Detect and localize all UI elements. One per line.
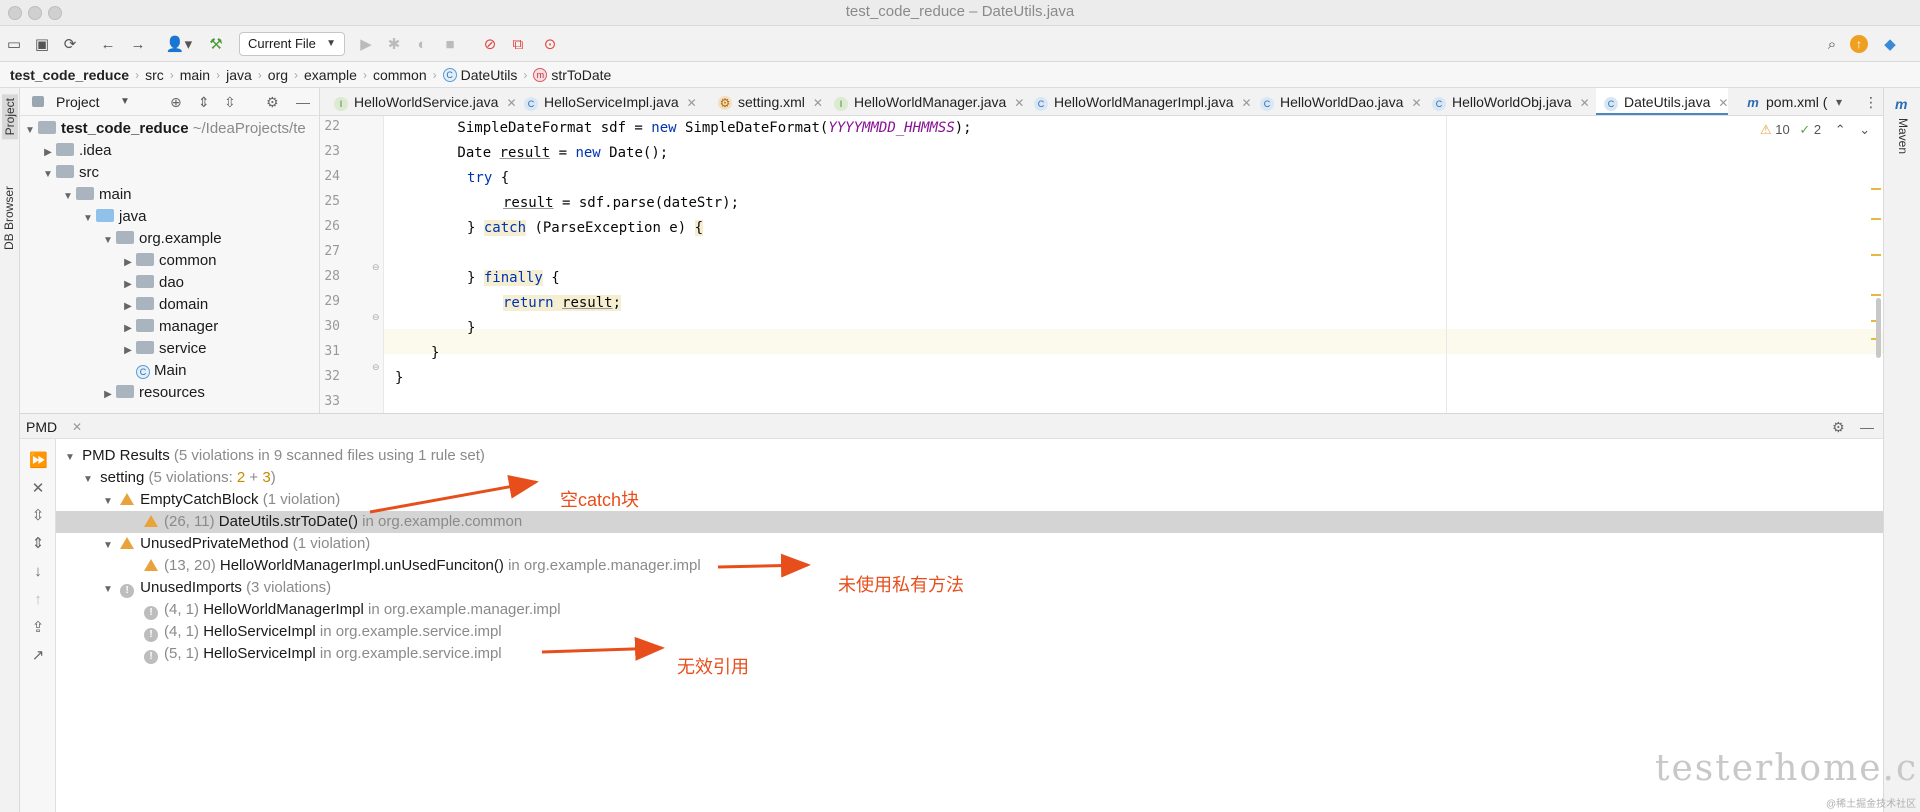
annotation-arrow	[717, 553, 811, 578]
watermark-credit: @稀土掘金技术社区	[1826, 799, 1917, 810]
annotation-empty-catch: 空catch块	[560, 490, 640, 510]
annotation-unused-imports: 无效引用	[677, 657, 749, 677]
annotation-arrow	[541, 636, 665, 661]
annotation-unused-private-method: 未使用私有方法	[838, 575, 964, 595]
annotation-arrows	[369, 474, 811, 661]
watermark-logo: testerhome.com	[1655, 748, 1920, 789]
annotation-arrow	[369, 474, 539, 514]
